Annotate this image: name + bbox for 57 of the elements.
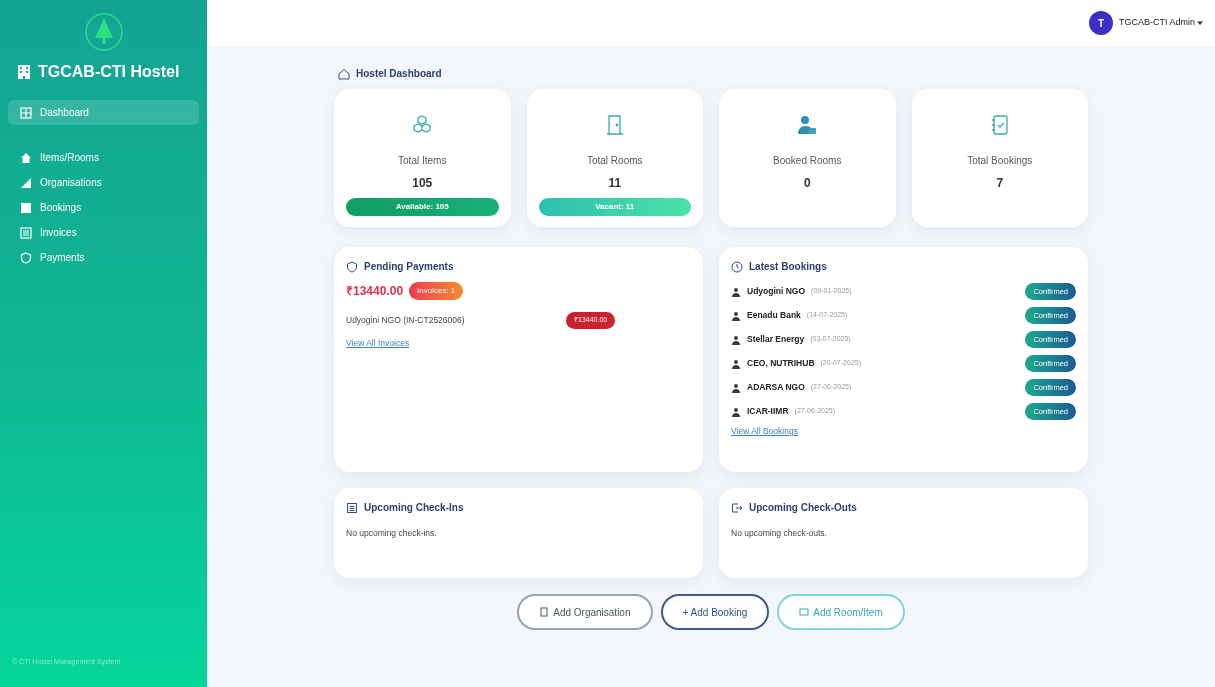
- nav-item[interactable]: Items/Rooms: [8, 145, 199, 170]
- empty-message: No upcoming check-outs.: [731, 527, 828, 540]
- stat-badge: Vacant: 11: [538, 198, 691, 216]
- grid-icon: [20, 106, 32, 119]
- stat-label: Booked Rooms: [773, 154, 842, 168]
- nav-item[interactable]: Invoices: [8, 220, 199, 245]
- view-invoices-link[interactable]: View All Invoices: [346, 336, 691, 350]
- calendar-icon: [346, 501, 358, 514]
- square-icon: [20, 201, 32, 214]
- action-button[interactable]: + Add Booking: [660, 594, 770, 630]
- stat-label: Total Rooms: [586, 154, 643, 168]
- user-icon: [731, 334, 741, 345]
- view-bookings-link[interactable]: View All Bookings: [731, 425, 1076, 438]
- booking-name: ADARSA NGO: [747, 381, 805, 394]
- stat-label: Total Bookings: [967, 154, 1033, 168]
- invoice-count-badge: Invoices: 1: [409, 282, 464, 300]
- tree-logo-icon: [83, 12, 124, 52]
- home-icon: [20, 151, 32, 164]
- clock-icon: [731, 260, 743, 273]
- home-icon: [338, 67, 350, 80]
- card-title: Pending Payments: [364, 260, 454, 274]
- card-title: Latest Bookings: [749, 260, 827, 274]
- action-button[interactable]: Add Room/Item: [777, 594, 905, 630]
- stat-value: 7: [996, 175, 1004, 192]
- action-button[interactable]: Add Organisation: [517, 594, 653, 630]
- booking-name: Stellar Energy: [747, 333, 805, 346]
- card-title: Upcoming Check-Ins: [364, 501, 464, 515]
- empty-message: No upcoming check-ins.: [346, 527, 438, 540]
- page-title: Hostel Dashboard: [356, 67, 442, 81]
- stat-value: 105: [412, 175, 433, 192]
- booking-name: CEO, NUTRIHUB: [747, 357, 815, 370]
- booking-name: ICAR-IIMR: [747, 405, 789, 418]
- nav-item[interactable]: Organisations: [8, 170, 199, 195]
- exit-icon: [731, 501, 743, 514]
- stat-value: 0: [803, 175, 811, 192]
- booking-name: Udyogini NGO: [747, 285, 806, 298]
- booking-name: Eenadu Bank: [747, 309, 801, 322]
- card-title: Upcoming Check-Outs: [749, 501, 857, 515]
- user-icon: [731, 358, 741, 369]
- nav-item[interactable]: Payments: [8, 245, 199, 270]
- nav-item[interactable]: Dashboard: [8, 100, 199, 125]
- invoice-name: Udyogini NGO (IN-CT2526006): [346, 313, 466, 327]
- caret-icon: [1197, 20, 1203, 26]
- user-icon: [731, 310, 741, 321]
- pending-total: ₹13440.00: [346, 283, 404, 300]
- shield-icon: [346, 260, 358, 273]
- stat-badge: Available: 105: [346, 198, 499, 216]
- user-icon: [731, 406, 741, 417]
- nav-item[interactable]: Bookings: [8, 195, 199, 220]
- stat-label: Total Items: [398, 154, 447, 168]
- user-icon: [731, 286, 741, 297]
- stat-value: 11: [608, 175, 622, 192]
- user-avatar[interactable]: T: [1089, 11, 1113, 35]
- brand-title: TGCAB-CTI Hostel: [38, 62, 180, 82]
- user-icon: [731, 382, 741, 393]
- user-menu[interactable]: TGCAB-CTI Admin: [1119, 16, 1203, 30]
- shield-icon: [20, 251, 32, 264]
